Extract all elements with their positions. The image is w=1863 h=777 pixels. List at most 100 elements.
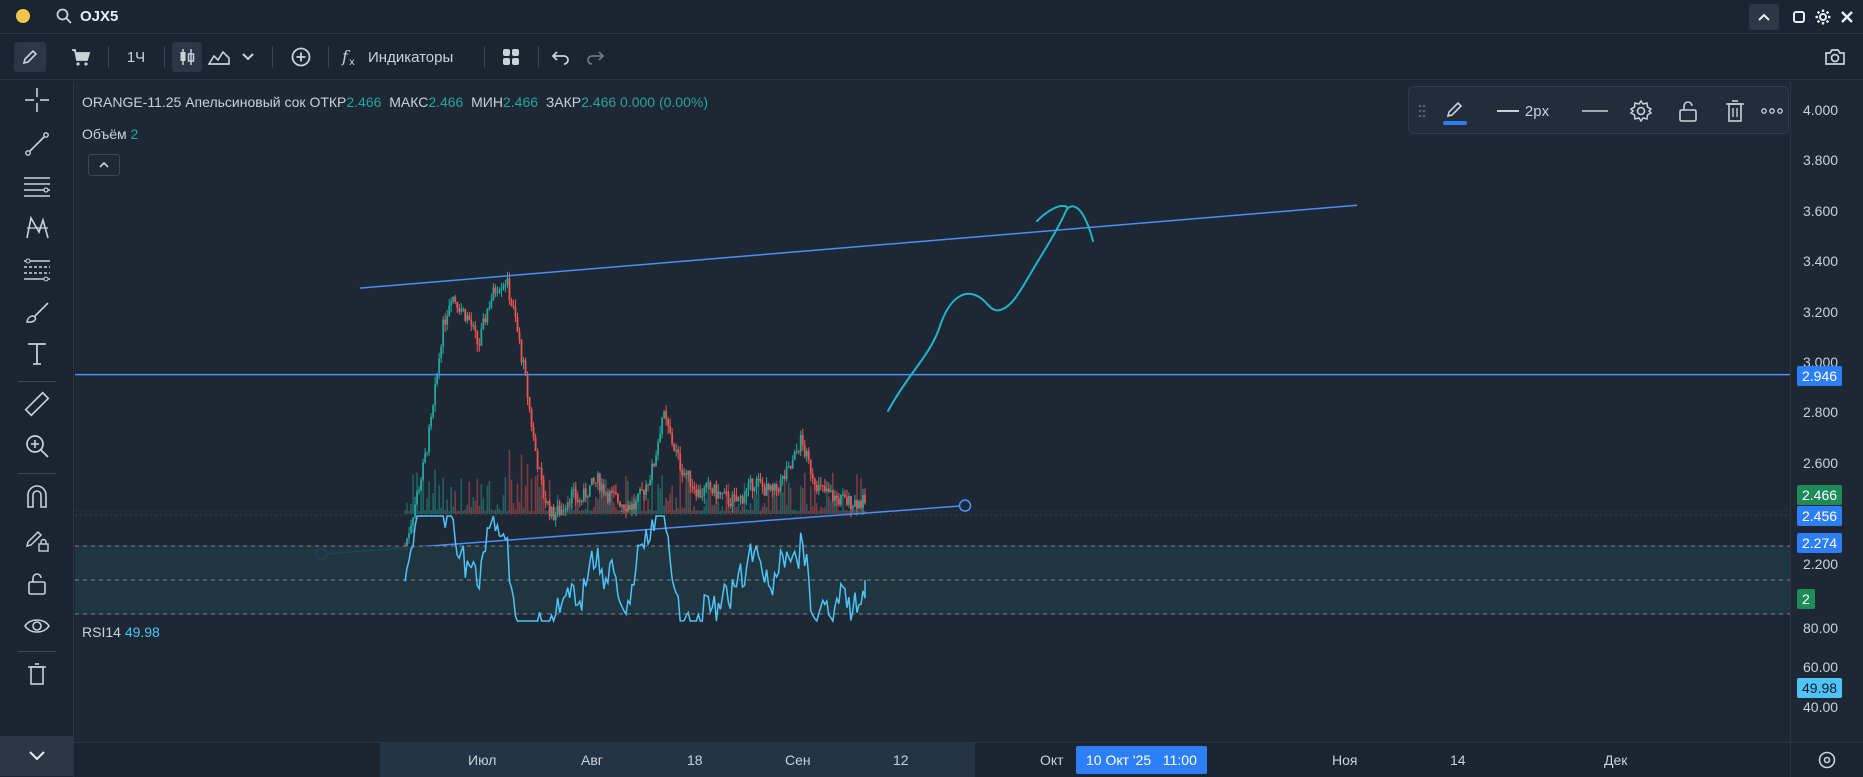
ticker-symbol[interactable]: OJX5 [80,8,118,25]
collapse-legend-button[interactable] [88,154,120,176]
candle-body [733,494,736,496]
volume-bar [703,506,706,514]
candle-body [627,505,629,512]
chart-settings-corner-button[interactable] [1790,742,1863,777]
candle-body [641,489,643,491]
indicators-button[interactable]: fx Индикаторы [340,42,472,72]
symbol-name[interactable]: ORANGE-11.25 Апельсиновый сок [82,94,306,110]
volume-bar [767,488,770,514]
volume-bar [474,500,477,514]
candle-body [715,484,718,499]
chart-type-dropdown[interactable] [236,42,260,72]
magnet-tool[interactable] [18,479,56,515]
horizontal-lines-tool[interactable] [18,168,56,204]
candle-body [580,500,583,502]
text-tool[interactable] [18,336,56,372]
area-type-button[interactable] [204,42,234,72]
ohlc-legend: ORANGE-11.25 Апельсиновый сок ОТКР2.466 … [82,94,708,110]
volume-bar [675,497,677,514]
lock-drawing-button[interactable] [1672,96,1704,126]
volume-bar [844,510,846,514]
measure-tool[interactable] [18,386,56,422]
volume-tag: 2 [1797,589,1815,609]
candle-body [643,490,645,495]
drag-handle[interactable] [1415,96,1429,126]
search-icon[interactable] [55,7,73,25]
interval-button[interactable]: 1Ч [118,42,154,72]
delete-drawings-tool[interactable] [18,656,56,692]
candle-body [739,495,742,498]
volume-bar [494,509,497,514]
more-options-button[interactable] [1757,96,1787,126]
line-width-label: 2px [1524,102,1550,120]
layouts-button[interactable] [496,42,526,72]
volume-bar [779,492,782,514]
window-dot-icon[interactable] [16,9,30,23]
drawing-mode-button[interactable] [14,42,46,72]
candle-body [763,486,766,496]
toolbar-divider [164,46,165,68]
drawing-settings-button[interactable] [1625,96,1657,126]
screenshot-button[interactable] [1818,42,1852,72]
undo-button[interactable] [548,42,574,72]
add-compare-button[interactable] [284,42,318,72]
trade-button[interactable] [64,42,98,72]
candle-body [584,488,587,498]
brush-tool[interactable] [18,294,56,330]
line-color-button[interactable] [1435,96,1475,126]
candle-body [460,309,463,312]
time-axis[interactable]: Июл Авг 18 Сен 12 Окт Ноя 14 Дек 10 Окт … [75,742,1790,777]
trend-line-tool[interactable] [18,126,56,162]
lock-all-tool[interactable] [18,565,56,601]
volume-bar [759,510,762,514]
crosshair-tool[interactable] [18,82,56,118]
candle-body [791,460,794,469]
candle-body [749,478,752,483]
delete-drawing-button[interactable] [1719,96,1751,126]
volume-bar [422,477,424,514]
volume-bar [765,506,768,514]
volume-bar [677,508,679,514]
candle-body [625,508,627,512]
hide-drawings-tool[interactable] [18,608,56,644]
collapse-window-button[interactable] [1749,4,1779,30]
candle-body [685,473,688,475]
close-button[interactable] [1832,4,1862,30]
line-style-button[interactable] [1579,96,1611,126]
candle-body [408,533,410,539]
candle-body [761,481,764,487]
candle-body [713,484,716,494]
redo-button[interactable] [582,42,608,72]
candle-body [426,452,428,454]
fibonacci-tool[interactable] [18,252,56,288]
chart-area[interactable] [75,81,1790,742]
volume-bar [795,510,798,514]
crosshair-icon [25,88,49,112]
volume-bar [649,509,651,514]
candle-body [683,473,686,476]
candle-body [448,305,451,316]
title-bar: OJX5 [0,0,1863,34]
volume-bar [506,510,509,514]
volume-bar [671,485,673,514]
candle-body [526,374,529,398]
zoom-tool[interactable] [18,428,56,464]
lock-drawing-tool[interactable] [18,522,56,558]
volume-bar [824,507,826,514]
price-axis[interactable]: 4.000 3.800 3.600 3.400 3.200 3.000 2.80… [1790,81,1863,742]
candle-body [669,426,672,433]
price-label: 3.600 [1803,203,1839,219]
last-price-tag: 2.466 [1797,485,1843,505]
pattern-tool[interactable] [18,210,56,246]
candle-body [723,491,726,494]
candle-body [719,491,722,494]
change-value: 0.000 (0.00%) [620,94,708,110]
candles-type-button[interactable] [172,42,202,72]
expand-tools-button[interactable] [0,736,74,776]
trend-line-icon [25,132,49,156]
chart-canvas[interactable] [75,81,1790,742]
line-width-button[interactable]: 2px [1491,96,1555,126]
unlock-icon [1679,101,1697,122]
tools-divider [18,473,56,474]
candle-body [659,433,662,443]
